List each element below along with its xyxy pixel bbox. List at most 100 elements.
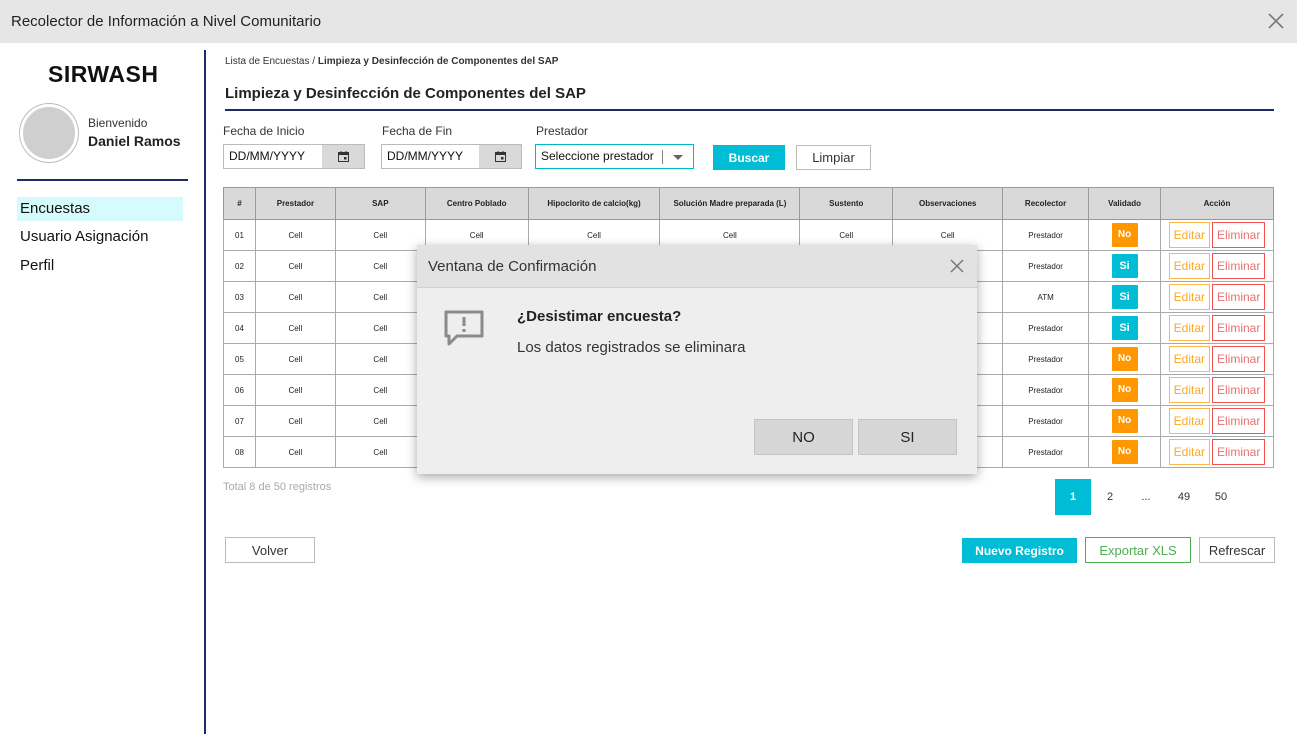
delete-button[interactable]: Eliminar: [1212, 346, 1266, 372]
column-header: Hipoclorito de calcio(kg): [527, 187, 661, 220]
breadcrumb-current: Limpieza y Desinfección de Componentes d…: [317, 56, 559, 67]
calendar-button[interactable]: [322, 145, 364, 168]
table-cell-prestador: Cell: [254, 250, 336, 282]
export-xls-button[interactable]: Exportar XLS: [1085, 537, 1191, 563]
no-button[interactable]: NO: [754, 419, 853, 455]
back-button[interactable]: Volver: [225, 537, 315, 563]
delete-button[interactable]: Eliminar: [1212, 222, 1266, 248]
column-header: Prestador: [254, 187, 336, 220]
close-icon[interactable]: [949, 258, 965, 274]
table-cell-accion: Editar Eliminar: [1160, 250, 1274, 282]
avatar: [20, 104, 78, 162]
end-date-value[interactable]: DD/MM/YYYY: [382, 145, 479, 168]
table-cell-prestador: Cell: [254, 312, 336, 344]
start-date-field[interactable]: DD/MM/YYYY: [223, 144, 365, 169]
delete-button[interactable]: Eliminar: [1212, 408, 1266, 434]
refresh-button[interactable]: Refrescar: [1199, 537, 1275, 563]
new-record-button[interactable]: Nuevo Registro: [962, 538, 1077, 563]
page-button[interactable]: 49: [1166, 479, 1202, 515]
provider-select[interactable]: Seleccione prestador: [535, 144, 694, 169]
column-header: Acción: [1160, 187, 1274, 220]
delete-button[interactable]: Eliminar: [1212, 284, 1266, 310]
edit-button[interactable]: Editar: [1168, 377, 1210, 403]
clear-button[interactable]: Limpiar: [796, 145, 871, 170]
table-cell-num: 06: [223, 374, 256, 406]
table-cell-recolector: Prestador: [1002, 312, 1090, 344]
table-cell-num: 05: [223, 343, 256, 375]
table-cell-num: 04: [223, 312, 256, 344]
table-cell-num: 02: [223, 250, 256, 282]
end-date-field[interactable]: DD/MM/YYYY: [381, 144, 522, 169]
table-cell-validado: No: [1088, 219, 1161, 251]
edit-button[interactable]: Editar: [1168, 408, 1210, 434]
edit-button[interactable]: Editar: [1168, 439, 1210, 465]
search-button[interactable]: Buscar: [713, 145, 785, 170]
calendar-icon: [494, 151, 506, 162]
sidebar-divider: [17, 179, 188, 181]
table-cell-validado: No: [1088, 405, 1161, 437]
end-date-label: Fecha de Fin: [382, 124, 453, 138]
table-cell-recolector: Prestador: [1002, 436, 1090, 468]
delete-button[interactable]: Eliminar: [1212, 315, 1266, 341]
sidebar-item-perfil[interactable]: Perfil: [17, 254, 183, 278]
page-button[interactable]: 50: [1203, 479, 1239, 515]
table-cell-accion: Editar Eliminar: [1160, 219, 1274, 251]
validated-badge: No: [1111, 378, 1138, 402]
chevron-down-icon[interactable]: [673, 155, 683, 160]
table-cell-num: 07: [223, 405, 256, 437]
provider-label: Prestador: [536, 124, 589, 138]
edit-button[interactable]: Editar: [1168, 346, 1210, 372]
page-button[interactable]: 2: [1092, 479, 1128, 515]
start-date-value[interactable]: DD/MM/YYYY: [224, 145, 322, 168]
dialog-question: ¿Desistimar encuesta?: [517, 308, 682, 325]
table-cell-recolector: Prestador: [1002, 405, 1090, 437]
sidebar-separator: [204, 50, 206, 734]
title-bar: Recolector de Información a Nivel Comuni…: [0, 0, 1297, 43]
table-cell-validado: Si: [1088, 312, 1161, 344]
table-cell-accion: Editar Eliminar: [1160, 374, 1274, 406]
validated-badge: No: [1111, 440, 1138, 464]
message-alert-icon: [444, 310, 484, 346]
edit-button[interactable]: Editar: [1168, 222, 1210, 248]
table-cell-recolector: Prestador: [1002, 219, 1090, 251]
validated-badge: Si: [1111, 254, 1138, 278]
calendar-icon: [337, 151, 349, 162]
table-cell-validado: No: [1088, 436, 1161, 468]
sidebar-item-usuario-asignacion[interactable]: Usuario Asignación: [17, 225, 183, 249]
page-button[interactable]: 1: [1055, 479, 1091, 515]
table-cell-accion: Editar Eliminar: [1160, 312, 1274, 344]
table-cell-recolector: Prestador: [1002, 250, 1090, 282]
edit-button[interactable]: Editar: [1168, 284, 1210, 310]
table-cell-accion: Editar Eliminar: [1160, 343, 1274, 375]
delete-button[interactable]: Eliminar: [1212, 439, 1266, 465]
yes-button[interactable]: SI: [858, 419, 957, 455]
select-separator: [662, 150, 663, 164]
close-icon[interactable]: [1267, 12, 1285, 30]
table-cell-validado: Si: [1088, 250, 1161, 282]
table-cell-sap: Cell: [334, 436, 426, 468]
edit-button[interactable]: Editar: [1168, 253, 1210, 279]
column-header: Recolector: [1002, 187, 1090, 220]
provider-select-value: Seleccione prestador: [541, 149, 654, 163]
table-cell-prestador: Cell: [254, 219, 336, 251]
delete-button[interactable]: Eliminar: [1212, 253, 1266, 279]
column-header: Sustento: [799, 187, 894, 220]
validated-badge: Si: [1111, 285, 1138, 309]
table-cell-validado: Si: [1088, 281, 1161, 313]
sidebar-item-encuestas[interactable]: Encuestas: [17, 197, 183, 221]
table-cell-prestador: Cell: [254, 436, 336, 468]
table-cell-validado: No: [1088, 374, 1161, 406]
calendar-button[interactable]: [479, 145, 521, 168]
delete-button[interactable]: Eliminar: [1212, 377, 1266, 403]
breadcrumb-root[interactable]: Lista de Encuestas: [225, 56, 310, 67]
confirmation-dialog: Ventana de Confirmación ¿Desistimar encu…: [417, 245, 977, 474]
column-header: Validado: [1088, 187, 1161, 220]
dialog-title: Ventana de Confirmación: [428, 258, 597, 275]
user-name: Daniel Ramos: [88, 133, 181, 149]
column-header: Centro Poblado: [424, 187, 529, 220]
total-records: Total 8 de 50 registros: [223, 481, 332, 493]
table-cell-num: 01: [223, 219, 256, 251]
table-cell-prestador: Cell: [254, 343, 336, 375]
window-title: Recolector de Información a Nivel Comuni…: [11, 13, 322, 30]
edit-button[interactable]: Editar: [1168, 315, 1210, 341]
